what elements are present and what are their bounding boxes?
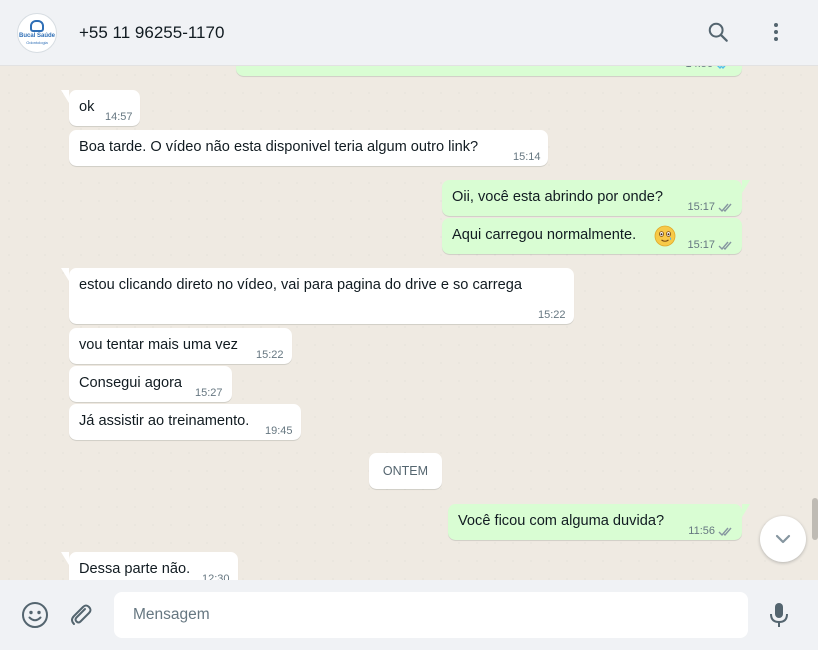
message-text: Oii, você esta abrindo por onde? — [452, 189, 663, 205]
message-list[interactable]: 14:56 ok 14:57 Boa tarde. O vídeo não es… — [0, 66, 818, 580]
message-text: Aqui carregou normalmente. — [452, 227, 637, 243]
bubble-tail — [742, 180, 750, 193]
avatar-brand-subtext: Odontologia — [26, 40, 48, 45]
chevron-down-icon — [775, 534, 791, 544]
message-time: 11:56 — [688, 525, 715, 537]
message-bubble-incoming[interactable]: ok 14:57 — [61, 90, 140, 126]
avatar-brand-text: Bucal Saúde — [18, 33, 55, 39]
kebab-menu-icon[interactable] — [762, 18, 790, 46]
message-text: Já assistir ao treinamento. — [79, 413, 250, 429]
message-bubble-outgoing[interactable]: Aqui carregou normalmente. 15:17 — [442, 218, 742, 254]
message-bubble-incoming[interactable]: Já assistir ao treinamento. 19:45 — [69, 404, 301, 440]
paperclip-icon[interactable] — [66, 600, 96, 630]
message-time: 15:14 — [513, 151, 541, 163]
message-text: Consegui agora — [79, 375, 183, 391]
contact-name[interactable]: +55 11 96255-1170 — [79, 23, 224, 43]
bubble-tail — [61, 552, 69, 565]
message-text: Boa tarde. O vídeo não esta disponivel t… — [79, 139, 479, 155]
double-check-read-icon — [718, 241, 732, 251]
chat-header: Bucal Saúde Odontologia +55 11 96255-117… — [0, 0, 818, 66]
message-bubble-incoming[interactable]: Dessa parte não. 12:30 — [61, 552, 238, 580]
message-bubble-incoming[interactable]: Consegui agora 15:27 — [69, 366, 232, 402]
bubble-tail — [742, 504, 750, 517]
message-bubble-incoming[interactable]: Boa tarde. O vídeo não esta disponivel t… — [69, 130, 548, 166]
search-icon[interactable] — [704, 18, 732, 46]
message-bubble-outgoing[interactable]: Você ficou com alguma duvida? 11:56 — [448, 504, 750, 540]
message-bubble-incoming[interactable]: estou clicando direto no vídeo, vai para… — [61, 268, 574, 324]
message-text: Você ficou com alguma duvida? — [458, 513, 665, 529]
emoji-icon[interactable] — [20, 600, 50, 630]
chat-scrollbar[interactable] — [812, 498, 818, 540]
message-time: 15:27 — [195, 387, 223, 399]
bubble-tail — [61, 268, 69, 281]
double-check-read-icon — [718, 203, 732, 213]
message-time: 15:22 — [256, 349, 284, 361]
message-time: 15:22 — [538, 309, 566, 321]
microphone-icon[interactable] — [764, 600, 794, 630]
message-time: 15:17 — [687, 201, 715, 213]
tooth-logo-icon — [30, 20, 44, 32]
message-time: 14:56 — [685, 66, 713, 74]
smiling-face-with-tear-icon — [654, 225, 676, 247]
message-time: 15:17 — [687, 239, 715, 251]
message-input[interactable] — [114, 592, 748, 638]
scroll-to-bottom-button[interactable] — [760, 516, 806, 562]
message-bubble-incoming[interactable]: vou tentar mais uma vez 15:22 — [69, 328, 292, 364]
contact-avatar[interactable]: Bucal Saúde Odontologia — [17, 12, 57, 53]
double-check-read-icon — [717, 66, 726, 70]
message-time: 19:45 — [265, 425, 293, 437]
message-time: 12:30 — [202, 573, 230, 580]
message-bubble-outgoing[interactable]: 14:56 — [236, 66, 742, 76]
message-bubble-outgoing[interactable]: Oii, você esta abrindo por onde? 15:17 — [442, 180, 750, 216]
date-separator: ONTEM — [369, 453, 442, 489]
message-text: vou tentar mais uma vez — [79, 337, 238, 353]
message-text: ok — [79, 99, 95, 115]
message-text: Dessa parte não. — [79, 561, 191, 577]
composer-bar — [0, 580, 818, 650]
message-time: 14:57 — [105, 111, 133, 123]
double-check-read-icon — [718, 527, 732, 537]
bubble-tail — [61, 90, 69, 103]
message-text: estou clicando direto no vídeo, vai para… — [79, 277, 522, 293]
